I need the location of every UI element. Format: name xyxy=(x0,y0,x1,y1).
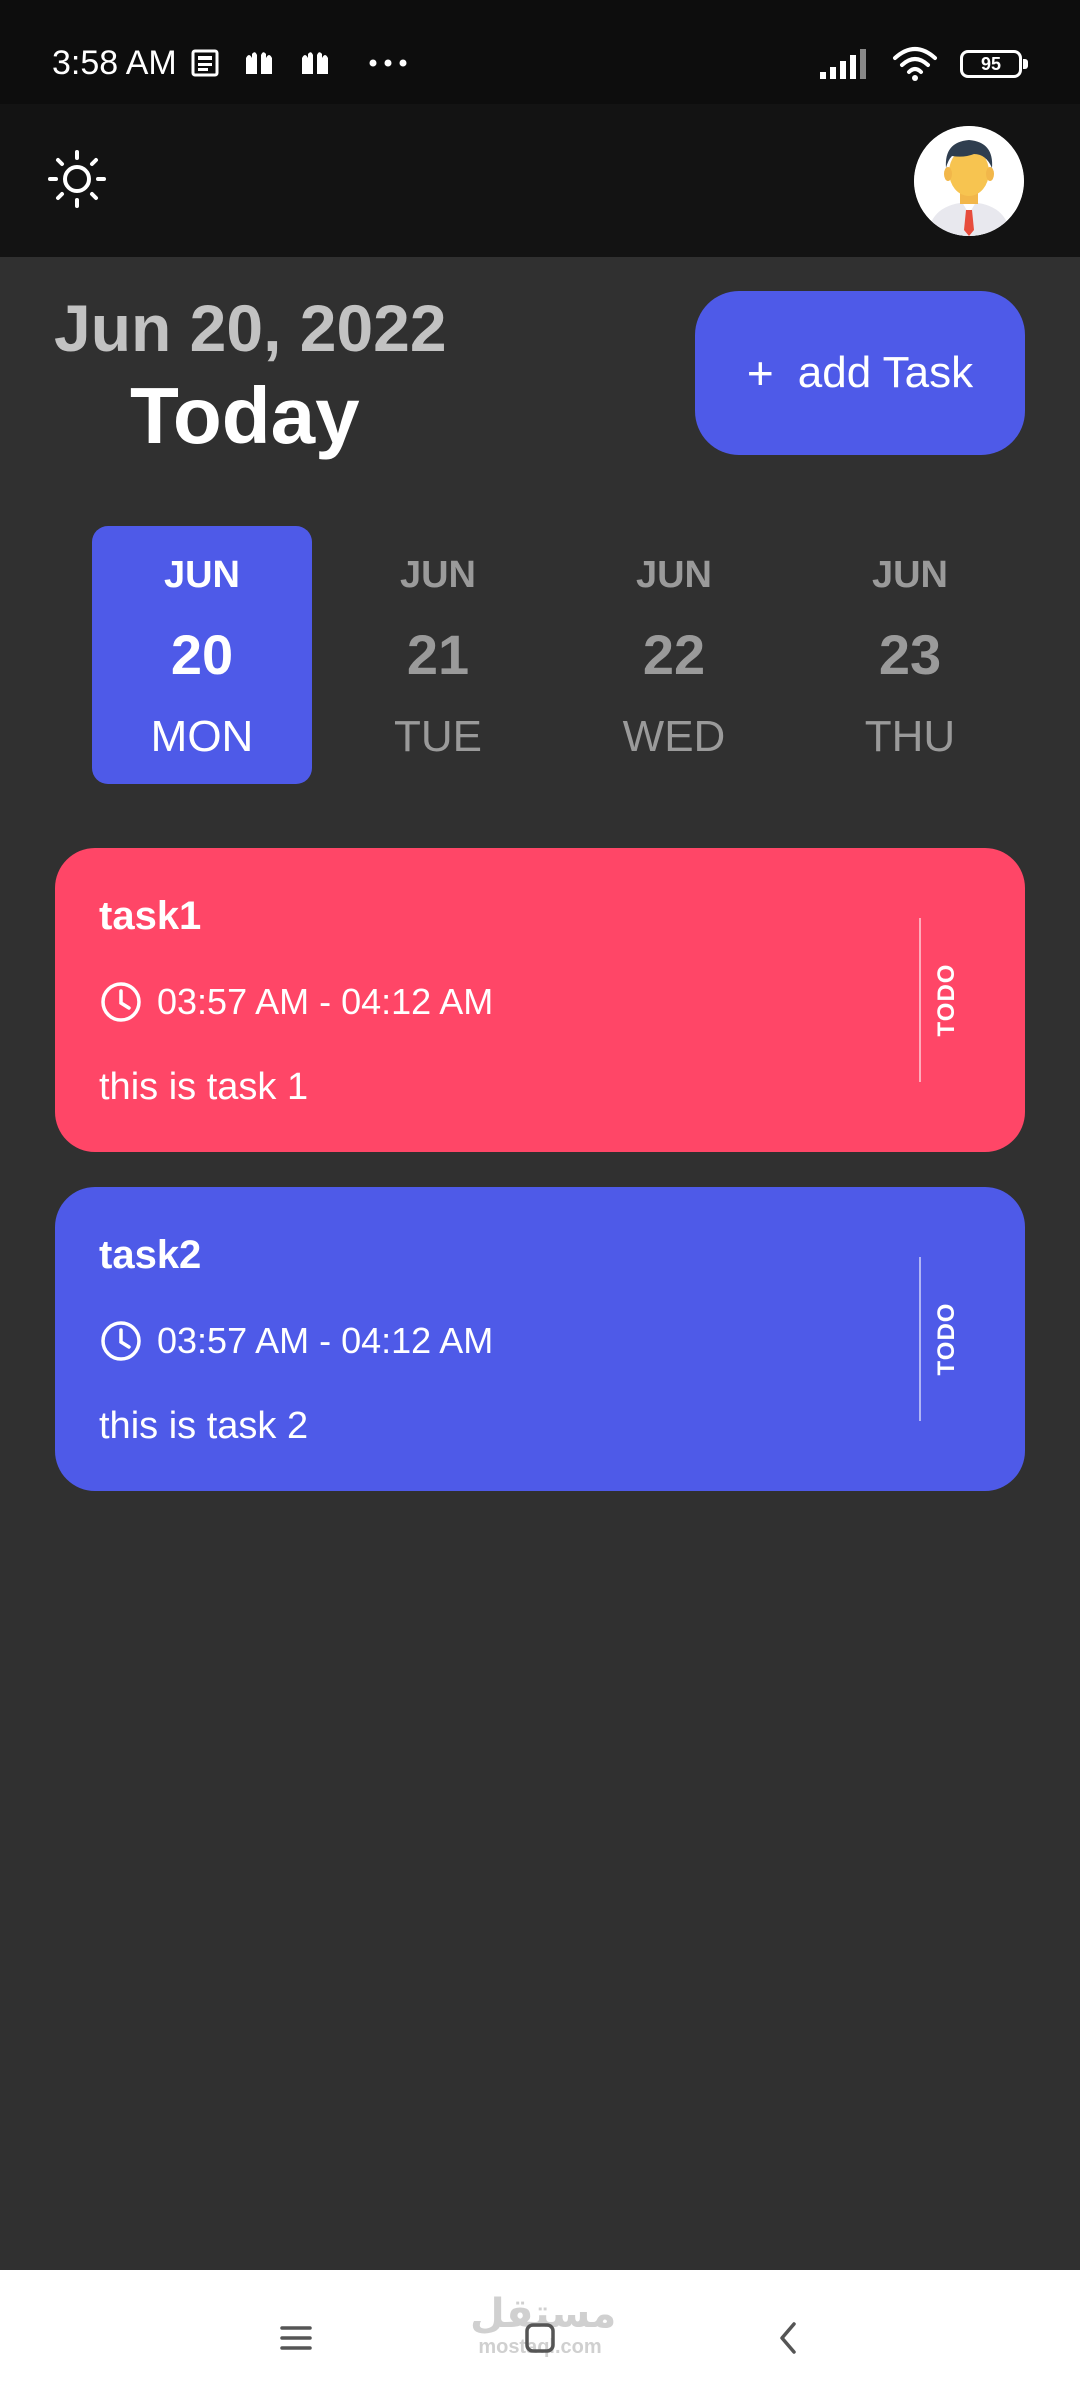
task-description: this is task 1 xyxy=(99,1066,309,1108)
date-picker: JUN 20 MON JUN 21 TUE JUN 22 WED JUN 23 … xyxy=(92,526,992,784)
news-icon xyxy=(191,49,219,77)
task-time-range: 03:57 AM - 04:12 AM xyxy=(157,981,494,1022)
date-item-jun-23[interactable]: JUN 23 THU xyxy=(800,526,1020,784)
recent-apps-button[interactable] xyxy=(266,2310,326,2366)
status-bar: 3:58 AM 95 xyxy=(0,0,1080,104)
date-weekday: THU xyxy=(864,712,956,761)
back-icon xyxy=(780,2322,796,2354)
date-month: JUN xyxy=(635,554,713,596)
back-button[interactable] xyxy=(758,2310,818,2366)
add-task-label: add Task xyxy=(797,348,974,397)
menu-icon xyxy=(280,2326,312,2350)
clock-icon xyxy=(101,1321,141,1361)
add-task-button[interactable]: + add Task xyxy=(695,291,1025,455)
task-card[interactable]: task2 03:57 AM - 04:12 AM this is task 2… xyxy=(55,1187,1025,1491)
task-status: TODO xyxy=(933,1302,960,1376)
task-divider xyxy=(919,1257,921,1421)
task-card[interactable]: task1 03:57 AM - 04:12 AM this is task 1… xyxy=(55,848,1025,1152)
status-time: 3:58 AM xyxy=(52,44,177,82)
current-date: Jun 20, 2022 xyxy=(54,291,447,365)
wifi-icon xyxy=(893,47,937,81)
app-bar xyxy=(0,104,1080,257)
date-month: JUN xyxy=(399,554,477,596)
date-day: 23 xyxy=(878,623,942,686)
task-time: 03:57 AM - 04:12 AM xyxy=(99,980,493,1024)
home-button[interactable] xyxy=(510,2310,570,2366)
hands-icon xyxy=(302,52,328,74)
task-title: task2 xyxy=(99,1233,202,1277)
date-month: JUN xyxy=(163,554,241,596)
date-day: 22 xyxy=(642,623,706,686)
sun-icon xyxy=(48,150,106,208)
theme-toggle-button[interactable] xyxy=(44,146,110,212)
date-item-jun-22[interactable]: JUN 22 WED xyxy=(564,526,784,784)
task-status: TODO xyxy=(933,963,960,1037)
date-weekday: WED xyxy=(622,712,726,761)
date-month: JUN xyxy=(871,554,949,596)
task-time-range: 03:57 AM - 04:12 AM xyxy=(157,1320,494,1361)
task-time: 03:57 AM - 04:12 AM xyxy=(99,1319,493,1363)
date-item-jun-21[interactable]: JUN 21 TUE xyxy=(328,526,548,784)
notification-icons xyxy=(190,48,408,78)
home-icon xyxy=(525,2323,555,2353)
hands-icon xyxy=(246,52,272,74)
task-description: this is task 2 xyxy=(99,1405,309,1447)
page-title: Today xyxy=(130,371,360,460)
plus-icon: + xyxy=(746,347,774,399)
date-day: 20 xyxy=(170,623,234,686)
date-weekday: TUE xyxy=(394,712,482,761)
clock-icon xyxy=(101,982,141,1022)
avatar[interactable] xyxy=(914,126,1024,236)
battery-icon: 95 xyxy=(960,50,1028,78)
more-dots-icon xyxy=(369,59,407,67)
signal-icon xyxy=(820,49,866,79)
date-item-jun-20[interactable]: JUN 20 MON xyxy=(92,526,312,784)
date-weekday: MON xyxy=(150,712,254,761)
task-title: task1 xyxy=(99,894,202,938)
date-day: 21 xyxy=(406,623,470,686)
task-divider xyxy=(919,918,921,1082)
status-right: 95 xyxy=(818,46,1028,82)
system-nav-bar: مستقل mostaql.com xyxy=(0,2270,1080,2400)
user-avatar-icon xyxy=(914,126,1024,236)
